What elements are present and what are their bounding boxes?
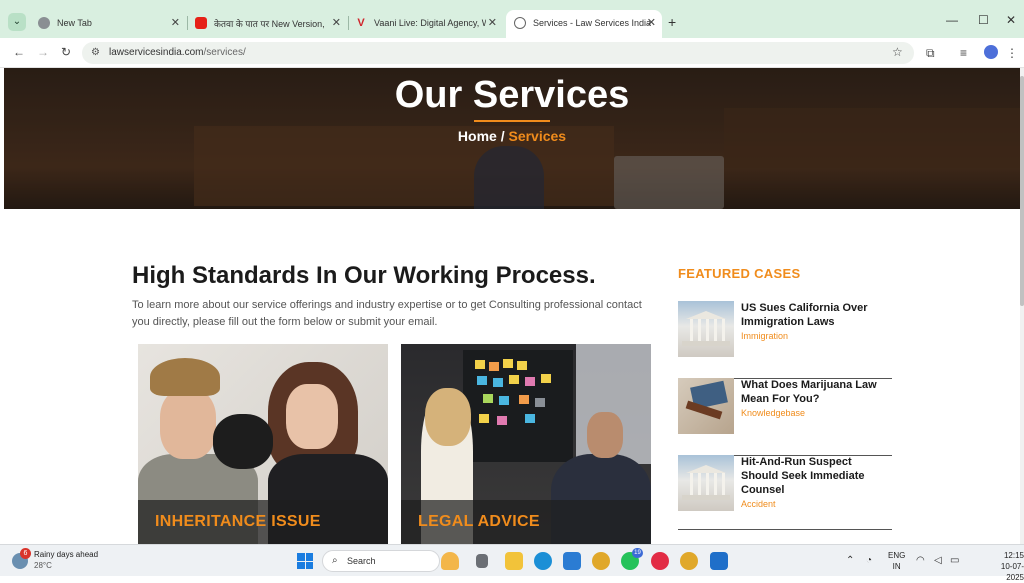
- featured-case-category[interactable]: Immigration: [741, 331, 788, 341]
- vscode-icon[interactable]: [563, 552, 581, 570]
- close-icon[interactable]: ✕: [647, 16, 656, 29]
- tray-chevron-icon[interactable]: ⌃: [846, 555, 854, 566]
- extensions-puzzle-icon[interactable]: ⧉: [926, 46, 935, 61]
- tab-title: Vaani Live: Digital Agency, Web: [374, 18, 486, 28]
- courthouse-icon: [678, 455, 734, 511]
- hero-banner: Our Services Home / Services: [4, 68, 1020, 209]
- tab-title: New Tab: [57, 18, 92, 28]
- language-indicator[interactable]: ENG IN: [888, 550, 905, 572]
- url-text[interactable]: lawservicesindia.com/services/: [109, 47, 246, 58]
- card-label: INHERITANCE ISSUE: [155, 513, 321, 530]
- featured-cases-heading: FEATURED CASES: [678, 266, 801, 281]
- service-card-inheritance[interactable]: INHERITANCE ISSUE: [138, 344, 388, 544]
- battery-icon[interactable]: ▭: [950, 555, 959, 566]
- window-close-icon[interactable]: ✕: [1006, 13, 1016, 27]
- tab-separator: [187, 16, 188, 30]
- youtube-icon: [195, 17, 207, 29]
- featured-case-headline[interactable]: US Sues California Over Immigration Laws: [741, 301, 891, 329]
- volume-icon[interactable]: ◁: [934, 555, 942, 566]
- breadcrumb-home-link[interactable]: Home: [458, 128, 497, 144]
- vaani-logo-icon: V: [357, 17, 365, 29]
- tab-search-chevron-icon[interactable]: ⌄: [8, 13, 26, 31]
- close-icon[interactable]: ✕: [488, 16, 497, 29]
- web-page: Our Services Home / Services High Standa…: [4, 68, 1020, 544]
- featured-case-category[interactable]: Knowledgebase: [741, 408, 805, 418]
- scrollbar-thumb[interactable]: [1020, 76, 1024, 306]
- browser-tab-bar: ⌄ New Tab ✕ केतवा के पात पर New Version,…: [0, 0, 1024, 42]
- weather-badge: 6: [20, 548, 31, 559]
- tab-services[interactable]: Services - Law Services India ✕: [514, 13, 656, 33]
- lang-code: ENG: [888, 551, 906, 560]
- url-path: /services/: [203, 47, 246, 58]
- close-icon[interactable]: ✕: [332, 16, 341, 29]
- weather-temp[interactable]: 28°C: [34, 561, 52, 570]
- gavel-icon: [678, 378, 734, 434]
- taskbar-search[interactable]: ⌕ Search: [322, 550, 440, 572]
- back-arrow-icon[interactable]: ←: [13, 45, 25, 59]
- featured-case-category[interactable]: Accident: [741, 499, 776, 509]
- site-info-icon[interactable]: ⚙: [91, 47, 100, 58]
- tab-new-tab[interactable]: New Tab ✕: [38, 13, 180, 33]
- windows-start-icon[interactable]: [297, 553, 313, 569]
- new-tab-plus-icon[interactable]: +: [668, 14, 676, 30]
- search-placeholder: Search: [347, 556, 376, 566]
- file-explorer-icon[interactable]: [505, 552, 523, 570]
- tab-title: केतवा के पात पर New Version, M: [214, 18, 324, 29]
- bookmark-star-icon[interactable]: ☆: [892, 45, 903, 59]
- clock[interactable]: 12:15 10-07-2025: [984, 550, 1024, 583]
- whatsapp-badge: 19: [632, 548, 643, 558]
- clock-date: 10-07-2025: [1000, 562, 1024, 582]
- lang-region: IN: [892, 562, 901, 571]
- clock-time: 12:15: [1003, 551, 1024, 560]
- page-title: Our Services: [394, 74, 630, 116]
- tab-vaani[interactable]: V Vaani Live: Digital Agency, Web ✕: [355, 13, 497, 33]
- minimize-icon[interactable]: —: [946, 13, 958, 27]
- featured-case-headline[interactable]: Hit-And-Run Suspect Should Seek Immediat…: [741, 455, 891, 497]
- reload-icon[interactable]: ↻: [61, 45, 71, 59]
- service-card-legal-advice[interactable]: LEGAL ADVICE: [401, 344, 651, 544]
- breadcrumb-current: Services: [508, 128, 567, 144]
- globe-icon: [514, 17, 526, 29]
- breadcrumb-separator: /: [496, 128, 509, 144]
- edge-icon[interactable]: [534, 552, 552, 570]
- featured-case-item[interactable]: Hit-And-Run Suspect Should Seek Immediat…: [678, 455, 892, 530]
- featured-case-item[interactable]: US Sues California Over Immigration Laws…: [678, 301, 892, 379]
- forward-arrow-icon[interactable]: →: [37, 45, 49, 59]
- tray-app-icon[interactable]: ◔: [866, 555, 872, 566]
- courthouse-icon: [678, 301, 734, 357]
- url-host: lawservicesindia.com: [109, 47, 204, 58]
- section-heading: High Standards In Our Working Process.: [132, 262, 596, 289]
- close-icon[interactable]: ✕: [171, 16, 180, 29]
- title-underline: [474, 120, 550, 122]
- media-controls-icon[interactable]: ≡: [960, 46, 967, 60]
- chrome-profile-icon[interactable]: [680, 552, 698, 570]
- wifi-icon[interactable]: ◠: [916, 555, 925, 566]
- tab-separator: [348, 16, 349, 30]
- featured-case-headline[interactable]: What Does Marijuana Law Mean For You?: [741, 378, 891, 406]
- chrome-icon[interactable]: [592, 552, 610, 570]
- section-description: To learn more about our service offering…: [132, 299, 642, 328]
- task-view-icon[interactable]: [476, 554, 488, 568]
- chrome-icon: [38, 17, 50, 29]
- media-player-icon[interactable]: [651, 552, 669, 570]
- search-icon: ⌕: [332, 555, 338, 566]
- widget-figure-icon[interactable]: [441, 552, 459, 570]
- tab-youtube[interactable]: केतवा के पात पर New Version, M ✕: [195, 13, 341, 33]
- outlook-icon[interactable]: [710, 552, 728, 570]
- url-bar[interactable]: ⚙ lawservicesindia.com/services/: [82, 42, 914, 64]
- featured-case-item[interactable]: What Does Marijuana Law Mean For You? Kn…: [678, 378, 892, 456]
- card-label: LEGAL ADVICE: [418, 513, 540, 530]
- profile-avatar-icon[interactable]: [984, 45, 998, 59]
- weather-text[interactable]: Rainy days ahead: [34, 550, 98, 559]
- menu-dots-icon[interactable]: ⋮: [1006, 46, 1018, 60]
- tab-title: Services - Law Services India: [533, 18, 652, 28]
- breadcrumb: Home / Services: [4, 128, 1020, 144]
- address-toolbar: ← → ↻ ⚙ lawservicesindia.com/services/ ☆…: [0, 38, 1024, 68]
- maximize-icon[interactable]: ☐: [978, 13, 989, 27]
- windows-taskbar: 6 Rainy days ahead 28°C ⌕ Search 19 ⌃ ◔ …: [0, 544, 1024, 582]
